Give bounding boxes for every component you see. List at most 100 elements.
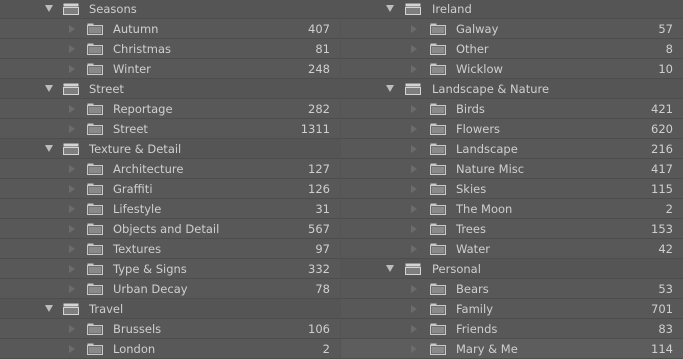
collection-name: Friends [456,322,498,336]
collection-folder-icon [430,123,446,135]
collection-row[interactable]: Objects and Detail 567 [0,219,340,239]
expand-triangle-icon[interactable] [45,85,53,92]
disclosure-triangle-icon[interactable] [411,185,417,193]
collection-count: 114 [651,342,673,356]
collection-set-row[interactable]: Street [0,79,340,99]
collection-name: Graffiti [113,182,153,196]
disclosure-triangle-icon[interactable] [411,145,417,153]
collection-name: London [113,342,156,356]
expand-triangle-icon[interactable] [45,5,53,12]
collection-row[interactable]: Graffiti 126 [0,179,340,199]
collection-count: 10 [658,62,673,76]
collection-count: 216 [651,142,673,156]
collection-folder-icon [430,243,446,255]
disclosure-triangle-icon[interactable] [69,245,75,253]
collection-row[interactable]: Wicklow 10 [341,59,683,79]
disclosure-triangle-icon[interactable] [69,125,75,133]
disclosure-triangle-icon[interactable] [411,45,417,53]
collection-row[interactable]: Galway 57 [341,19,683,39]
collection-set-row[interactable]: Travel [0,299,340,319]
disclosure-triangle-icon[interactable] [69,165,75,173]
collection-row[interactable]: Winter 248 [0,59,340,79]
expand-triangle-icon[interactable] [45,145,53,152]
collection-set-row[interactable]: Texture & Detail [0,139,340,159]
disclosure-triangle-icon[interactable] [411,325,417,333]
disclosure-triangle-icon[interactable] [411,125,417,133]
collection-row[interactable]: Architecture 127 [0,159,340,179]
collection-row[interactable]: Brussels 106 [0,319,340,339]
disclosure-triangle-icon[interactable] [69,325,75,333]
collection-count: 701 [651,302,673,316]
expand-triangle-icon[interactable] [45,305,53,312]
disclosure-triangle-icon[interactable] [411,25,417,33]
collection-row[interactable]: Street 1311 [0,119,340,139]
collection-set-row[interactable]: Seasons [0,0,340,19]
collection-row[interactable]: London 2 [0,339,340,359]
collection-name: Other [456,42,489,56]
collection-set-row[interactable]: Ireland [341,0,683,19]
collection-row[interactable]: Friends 83 [341,319,683,339]
collection-set-row[interactable]: Landscape & Nature [341,79,683,99]
disclosure-triangle-icon[interactable] [69,65,75,73]
collection-name: Reportage [113,102,173,116]
disclosure-triangle-icon[interactable] [69,265,75,273]
expand-triangle-icon[interactable] [386,265,394,272]
collection-name: Christmas [113,42,171,56]
collection-count: 81 [315,42,330,56]
disclosure-triangle-icon[interactable] [69,25,75,33]
disclosure-triangle-icon[interactable] [69,345,75,353]
collection-name: Street [113,122,148,136]
disclosure-triangle-icon[interactable] [69,205,75,213]
disclosure-triangle-icon[interactable] [411,165,417,173]
collection-folder-icon [430,23,446,35]
disclosure-triangle-icon[interactable] [69,105,75,113]
collection-row[interactable]: Landscape 216 [341,139,683,159]
collection-count: 42 [658,242,673,256]
collection-row[interactable]: Nature Misc 417 [341,159,683,179]
collection-row[interactable]: Birds 421 [341,99,683,119]
disclosure-triangle-icon[interactable] [69,185,75,193]
disclosure-triangle-icon[interactable] [411,205,417,213]
collection-row[interactable]: Flowers 620 [341,119,683,139]
expand-triangle-icon[interactable] [386,85,394,92]
collection-row[interactable]: Other 8 [341,39,683,59]
collection-folder-icon [87,263,103,275]
collection-name: Bears [456,282,489,296]
collection-name: Street [89,82,124,96]
collection-row[interactable]: Christmas 81 [0,39,340,59]
collection-row[interactable]: Urban Decay 78 [0,279,340,299]
collection-row[interactable]: Textures 97 [0,239,340,259]
collection-row[interactable]: The Moon 2 [341,199,683,219]
collection-row[interactable]: Skies 115 [341,179,683,199]
collection-name: Travel [89,302,124,316]
collection-row[interactable]: Family 701 [341,299,683,319]
collections-column-right: Ireland Galway 57 Other 8 Wicklow 10 Landscape … [341,0,683,359]
disclosure-triangle-icon[interactable] [69,285,75,293]
collection-row[interactable]: Mary & Me 114 [341,339,683,359]
disclosure-triangle-icon[interactable] [411,225,417,233]
collection-folder-icon [87,323,103,335]
collection-folder-icon [87,183,103,195]
disclosure-triangle-icon[interactable] [411,345,417,353]
collection-name: Trees [456,222,486,236]
collection-row[interactable]: Type & Signs 332 [0,259,340,279]
disclosure-triangle-icon[interactable] [411,285,417,293]
disclosure-triangle-icon[interactable] [411,305,417,313]
collection-set-row[interactable]: Personal [341,259,683,279]
collection-row[interactable]: Autumn 407 [0,19,340,39]
collection-row[interactable]: Bears 53 [341,279,683,299]
collection-row[interactable]: Lifestyle 31 [0,199,340,219]
collections-column-left: Seasons Autumn 407 Christmas 81 Winter 248 Stre… [0,0,340,359]
disclosure-triangle-icon[interactable] [411,65,417,73]
disclosure-triangle-icon[interactable] [69,45,75,53]
collection-row[interactable]: Reportage 282 [0,99,340,119]
collection-count: 126 [308,182,330,196]
collection-row[interactable]: Trees 153 [341,219,683,239]
collection-count: 417 [651,162,673,176]
disclosure-triangle-icon[interactable] [411,105,417,113]
expand-triangle-icon[interactable] [386,5,394,12]
collection-row[interactable]: Water 42 [341,239,683,259]
collection-count: 248 [308,62,330,76]
disclosure-triangle-icon[interactable] [411,245,417,253]
disclosure-triangle-icon[interactable] [69,225,75,233]
